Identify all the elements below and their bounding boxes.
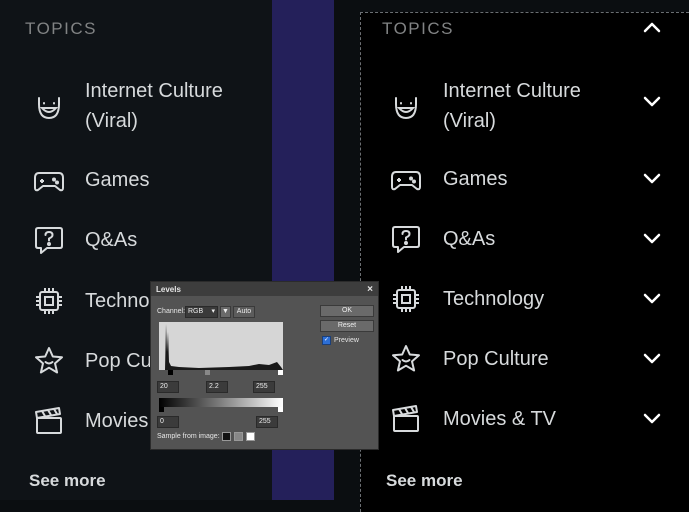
output-black-handle[interactable] [159, 407, 164, 412]
topic-item-internet-culture[interactable]: Internet Culture (Viral) [389, 76, 581, 136]
topic-label: Internet Culture [443, 80, 581, 102]
output-black-field[interactable]: 0 [157, 416, 179, 428]
question-bubble-icon [389, 222, 423, 256]
star-icon [389, 342, 423, 376]
right-topics-panel: TOPICS Internet Culture (Viral) Games Q&… [360, 12, 689, 512]
clapperboard-icon [389, 402, 423, 436]
topic-label: Games [443, 168, 508, 190]
dialog-title: Levels [156, 284, 181, 294]
topic-item-pop-culture[interactable]: Pop Culture [389, 342, 549, 376]
see-more-link[interactable]: See more [29, 471, 106, 491]
topic-label: Techno [85, 290, 150, 312]
preview-option[interactable]: ✓ Preview [322, 336, 359, 345]
topic-label: Pop Culture [443, 348, 549, 370]
output-white-field[interactable]: 255 [256, 416, 278, 428]
output-gradient [159, 398, 283, 407]
channel-label: Channel: [157, 308, 186, 315]
chevron-down-icon[interactable] [641, 287, 663, 309]
topics-heading: TOPICS [382, 19, 454, 38]
gamma-handle[interactable] [205, 370, 210, 375]
chevron-up-icon[interactable] [641, 17, 663, 39]
smile-icon [389, 89, 423, 123]
topic-item-technology[interactable]: Techno [32, 284, 150, 318]
output-white-handle[interactable] [278, 407, 283, 412]
preview-label: Preview [334, 337, 359, 344]
white-point-handle[interactable] [278, 370, 283, 375]
histogram-graph [159, 324, 283, 370]
histogram [159, 322, 283, 370]
topic-label-line2: (Viral) [85, 110, 138, 132]
gamepad-icon [32, 163, 66, 197]
topic-label-line2: (Viral) [443, 110, 496, 132]
topic-item-games[interactable]: Games [389, 162, 507, 196]
topics-heading: TOPICS [25, 19, 97, 38]
topic-label: Movies [85, 410, 149, 432]
chevron-down-icon[interactable] [641, 167, 663, 189]
channel-value: RGB [188, 308, 204, 315]
topic-label: Pop Cu [85, 350, 152, 372]
chip-icon [32, 284, 66, 318]
black-point-handle[interactable] [168, 370, 173, 375]
topic-item-games[interactable]: Games [32, 163, 149, 197]
topic-label: Movies & TV [443, 408, 556, 430]
topic-item-technology[interactable]: Technology [389, 282, 544, 316]
input-black-field[interactable]: 20 [157, 381, 179, 393]
star-icon [32, 344, 66, 378]
topic-item-movies-tv[interactable]: Movies & TV [389, 402, 556, 436]
topic-item-qas[interactable]: Q&As [389, 222, 495, 256]
question-bubble-icon [32, 223, 66, 257]
input-slider-track[interactable] [159, 370, 283, 376]
levels-titlebar: Levels × [151, 282, 378, 296]
preview-checkbox[interactable]: ✓ [322, 336, 331, 345]
levels-dialog: Levels × Channel: RGB ▾ ▼ Auto OK Reset … [150, 281, 379, 450]
chevron-down-icon[interactable] [641, 347, 663, 369]
topic-item-qas[interactable]: Q&As [32, 223, 137, 257]
reset-button[interactable]: Reset [320, 320, 374, 332]
channel-select[interactable]: RGB ▾ [185, 306, 218, 318]
chevron-down-icon[interactable] [641, 90, 663, 112]
close-icon[interactable]: × [367, 284, 373, 295]
channel-options-icon[interactable]: ▼ [220, 306, 231, 318]
gamepad-icon [389, 162, 423, 196]
topic-label: Q&As [443, 228, 496, 250]
white-eyedropper-swatch[interactable] [246, 432, 255, 441]
topic-item-movies[interactable]: Movies [32, 404, 148, 438]
chip-icon [389, 282, 423, 316]
chevron-down-icon[interactable] [641, 227, 663, 249]
black-eyedropper-swatch[interactable] [222, 432, 231, 441]
ok-button[interactable]: OK [320, 305, 374, 317]
auto-button[interactable]: Auto [233, 306, 255, 318]
output-slider-track[interactable] [159, 407, 283, 413]
topic-item-internet-culture[interactable]: Internet Culture (Viral) [32, 76, 223, 136]
topic-label: Q&As [85, 229, 138, 251]
topic-label: Games [85, 169, 150, 191]
see-more-link[interactable]: See more [386, 471, 463, 491]
topic-label: Technology [443, 288, 545, 310]
clapperboard-icon [32, 404, 66, 438]
gray-eyedropper-swatch[interactable] [234, 432, 243, 441]
chevron-down-icon: ▾ [211, 308, 215, 315]
chevron-down-icon[interactable] [641, 407, 663, 429]
sample-label: Sample from image: [157, 433, 220, 440]
input-gamma-field[interactable]: 2.2 [206, 381, 228, 393]
input-white-field[interactable]: 255 [253, 381, 275, 393]
smile-icon [32, 89, 66, 123]
topic-label: Internet Culture [85, 80, 223, 102]
topic-item-pop-culture[interactable]: Pop Cu [32, 344, 152, 378]
